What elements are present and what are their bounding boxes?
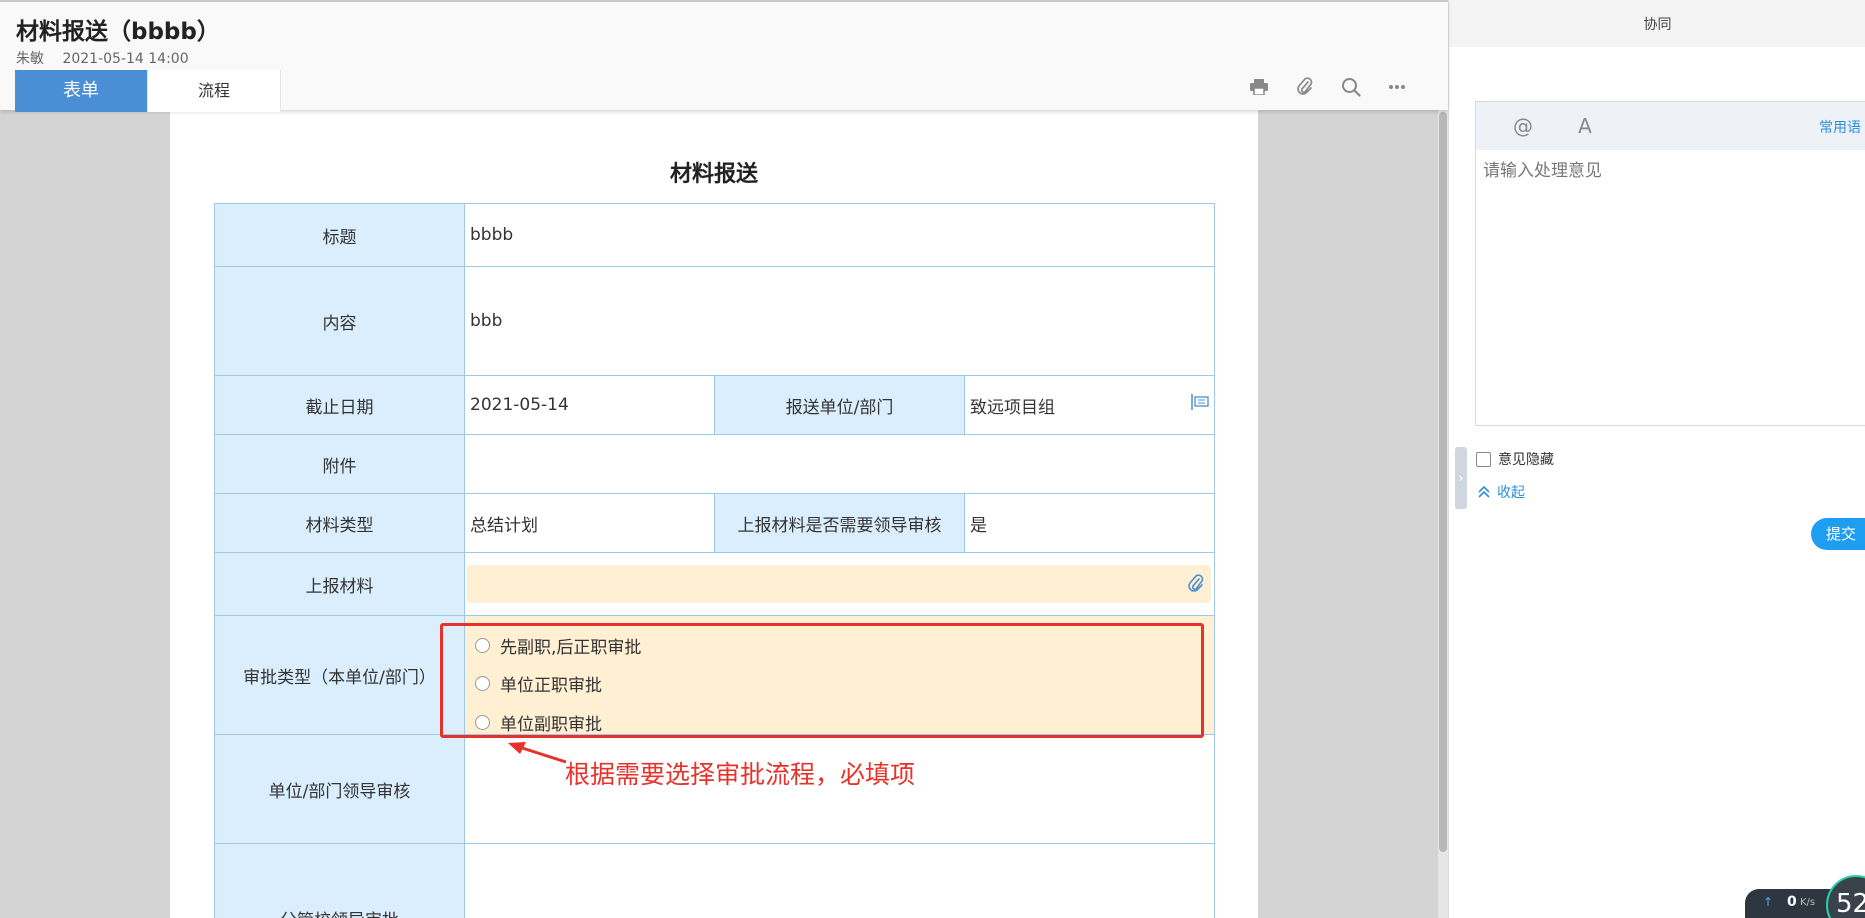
- field-title[interactable]: bbbb: [464, 203, 1215, 267]
- document-datetime: 2021-05-14 14:00: [62, 51, 189, 67]
- field-review-needed[interactable]: 是: [964, 493, 1215, 553]
- radio-option[interactable]: 单位正职审批: [475, 665, 1214, 704]
- approval-radio-group: 先副职,后正职审批 单位正职审批 单位副职审批: [465, 616, 1214, 735]
- panel-toggle-handle[interactable]: ›: [1455, 447, 1467, 509]
- label-content: 内容: [214, 266, 465, 376]
- radio-circle-icon[interactable]: [475, 714, 490, 730]
- author-name: 朱敏: [16, 51, 44, 67]
- toolbar: [1248, 76, 1408, 98]
- upload-area[interactable]: [467, 565, 1211, 603]
- label-campus-leader: 分管校领导审批: [214, 843, 465, 918]
- org-select-icon[interactable]: [1190, 393, 1210, 416]
- tab-form[interactable]: 表单: [15, 70, 148, 112]
- common-phrases-link[interactable]: 常用语: [1819, 117, 1861, 137]
- field-materials: [464, 552, 1215, 616]
- field-campus-leader: [464, 843, 1215, 918]
- form-table: 标题 bbbb 内容 bbb 截止日期 2021-05-14 报送单位/部门 致…: [214, 203, 1215, 918]
- paperclip-icon[interactable]: [1294, 76, 1316, 98]
- opinion-input[interactable]: [1476, 150, 1865, 425]
- radio-label: 单位副职审批: [500, 714, 602, 735]
- at-mention-icon[interactable]: @: [1508, 114, 1538, 138]
- label-materials: 上报材料: [214, 552, 465, 616]
- hide-opinion-checkbox[interactable]: 意见隐藏: [1476, 449, 1554, 469]
- tab-workflow[interactable]: 流程: [148, 70, 281, 112]
- document-header: 材料报送（bbbb） 朱敏 2021-05-14 14:00 表单 流程: [0, 0, 1448, 112]
- form-title: 材料报送: [669, 162, 758, 187]
- radio-circle-icon[interactable]: [475, 676, 490, 692]
- speed-unit: K/s: [1800, 897, 1816, 908]
- label-dept-leader: 单位/部门领导审核: [214, 734, 465, 844]
- hide-opinion-label: 意见隐藏: [1498, 452, 1554, 468]
- font-icon[interactable]: A: [1570, 114, 1600, 138]
- main-area: 材料报送（bbbb） 朱敏 2021-05-14 14:00 表单 流程 材料报…: [0, 0, 1448, 918]
- field-material-type[interactable]: 总结计划: [464, 493, 715, 553]
- label-approval-type: 审批类型（本单位/部门）: [214, 615, 465, 735]
- panel-title: 协同: [1449, 0, 1865, 47]
- search-icon[interactable]: [1340, 76, 1362, 98]
- scrollbar-thumb[interactable]: [1439, 112, 1447, 852]
- radio-label: 单位正职审批: [500, 676, 602, 697]
- field-approval-type: 先副职,后正职审批 单位正职审批 单位副职审批: [464, 615, 1215, 735]
- collapse-link[interactable]: 收起: [1477, 482, 1525, 502]
- radio-circle-icon[interactable]: [475, 637, 490, 653]
- submit-button[interactable]: 提交: [1811, 518, 1865, 550]
- radio-option[interactable]: 先副职,后正职审批: [475, 626, 1214, 665]
- form-paper: 材料报送 标题 bbbb 内容 bbb 截止日期 2021-05-14 报送单位…: [170, 108, 1258, 918]
- scrollbar[interactable]: [1438, 110, 1448, 918]
- label-attachment: 附件: [214, 434, 465, 494]
- print-icon[interactable]: [1248, 76, 1270, 98]
- annotation-text: 根据需要选择审批流程，必填项: [565, 760, 916, 789]
- checkbox-icon[interactable]: [1476, 451, 1491, 467]
- speed-value: 0: [1787, 894, 1797, 910]
- arrow-up-icon: ↑: [1763, 895, 1774, 909]
- more-icon[interactable]: [1386, 76, 1408, 98]
- paperclip-icon[interactable]: [1187, 574, 1205, 599]
- label-review-needed: 上报材料是否需要领导审核: [714, 493, 965, 553]
- tab-bar: 表单 流程: [15, 70, 281, 112]
- document-title: 材料报送（bbbb）: [16, 19, 220, 45]
- chevron-right-icon: ›: [1458, 471, 1464, 485]
- dept-value: 致远项目组: [970, 397, 1055, 418]
- field-dept[interactable]: 致远项目组: [964, 375, 1215, 435]
- radio-label: 先副职,后正职审批: [500, 637, 642, 658]
- document-meta: 朱敏 2021-05-14 14:00: [16, 48, 203, 68]
- annotation-arrow-icon: [508, 742, 567, 764]
- editor-toolbar: @ A 常用语: [1476, 102, 1865, 150]
- field-attachment[interactable]: [464, 434, 1215, 494]
- double-chevron-up-icon: [1478, 485, 1490, 498]
- label-material-type: 材料类型: [214, 493, 465, 553]
- label-dept: 报送单位/部门: [714, 375, 965, 435]
- field-content[interactable]: bbb: [464, 266, 1215, 376]
- field-deadline[interactable]: 2021-05-14: [464, 375, 715, 435]
- opinion-editor: @ A 常用语: [1475, 101, 1865, 426]
- label-title: 标题: [214, 203, 465, 267]
- label-deadline: 截止日期: [214, 375, 465, 435]
- collapse-label: 收起: [1497, 485, 1525, 501]
- right-panel: 协同 @ A 常用语 意见隐藏 收起 提交: [1448, 0, 1865, 918]
